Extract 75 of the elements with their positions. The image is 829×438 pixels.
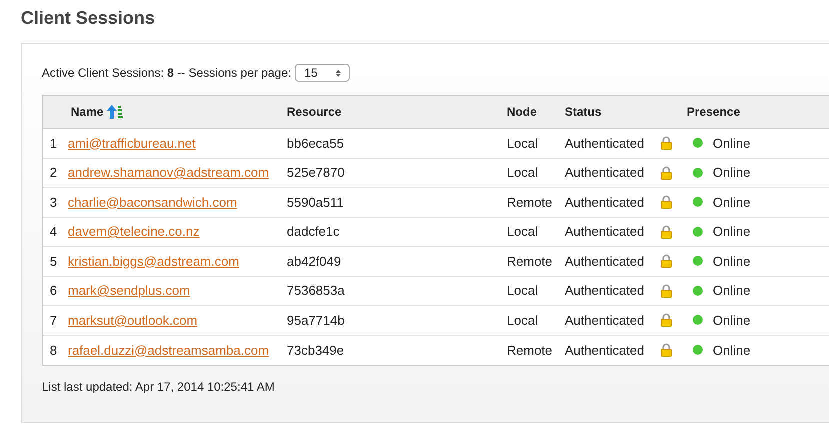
resource-cell-text: bb6eca55 — [287, 134, 346, 152]
node-cell-text: Local — [507, 223, 540, 241]
online-dot-icon — [693, 226, 703, 237]
column-header[interactable]: Name — [71, 103, 104, 121]
resource-cell-text: 7536853a — [287, 282, 346, 300]
session-summary: Active Client Sessions: 8 -- Sessions per page: — [42, 65, 292, 82]
status-cell-text: Authenticated — [565, 342, 646, 360]
resource-cell-text: 525e7870 — [287, 164, 346, 182]
padlock-icon — [661, 313, 672, 328]
padlock-icon — [661, 195, 672, 210]
user-link[interactable]: rafael.duzzi@adstreamsamba.com — [68, 340, 270, 360]
column-header[interactable]: Node — [507, 103, 537, 121]
stepper-icon — [336, 68, 342, 78]
column-header[interactable]: Status — [565, 103, 602, 121]
presence-cell-text: Online — [713, 223, 751, 241]
user-link[interactable]: marksut@outlook.com — [68, 310, 198, 330]
status-cell-text: Authenticated — [565, 134, 646, 152]
online-dot-icon — [693, 138, 703, 148]
status-cell-text: Authenticated — [565, 252, 646, 270]
sort-ascending-icon[interactable] — [106, 105, 123, 119]
node-cell-text: Remote — [507, 252, 554, 270]
presence-cell-text: Online — [713, 282, 751, 300]
node-cell-text: Remote — [507, 194, 554, 212]
online-dot-icon — [693, 345, 703, 356]
user-link[interactable]: davem@telecine.co.nz — [68, 222, 200, 242]
resource-cell-text: dadcfe1c — [287, 223, 341, 241]
page-title: Client Sessions — [21, 7, 156, 30]
row-number: 4 — [49, 223, 58, 241]
padlock-icon — [661, 343, 672, 358]
online-dot-icon — [693, 315, 703, 326]
padlock-icon — [661, 166, 672, 180]
status-cell-text: Authenticated — [565, 282, 646, 300]
row-number: 3 — [49, 194, 58, 212]
resource-cell-text: ab42f049 — [287, 252, 342, 270]
online-dot-icon — [693, 256, 703, 266]
node-cell-text: Local — [507, 312, 540, 330]
row-number: 8 — [49, 342, 58, 360]
resource-cell-text: 95a7714b — [287, 312, 346, 330]
presence-cell-text: Online — [713, 134, 751, 152]
column-header[interactable]: Resource — [287, 103, 342, 121]
presence-cell-text: Online — [713, 342, 751, 360]
padlock-icon — [661, 224, 672, 239]
row-number: 1 — [49, 134, 58, 152]
online-dot-icon — [693, 197, 703, 208]
padlock-icon — [661, 284, 672, 298]
resource-cell-text: 73cb349e — [287, 342, 346, 360]
row-number: 5 — [49, 252, 58, 270]
status-cell-text: Authenticated — [565, 164, 646, 182]
presence-cell-text: Online — [713, 194, 751, 212]
node-cell-text: Local — [507, 134, 540, 152]
online-dot-icon — [693, 168, 703, 178]
user-link[interactable]: mark@sendplus.com — [68, 281, 190, 300]
user-link[interactable]: charlie@baconsandwich.com — [68, 192, 238, 212]
status-cell-text: Authenticated — [565, 223, 646, 241]
user-link[interactable]: ami@trafficbureau.net — [68, 134, 196, 153]
padlock-icon — [661, 136, 672, 150]
node-cell-text: Local — [507, 282, 540, 300]
resource-cell-text: 5590a511 — [287, 194, 345, 212]
user-link[interactable]: andrew.shamanov@adstream.com — [68, 163, 270, 182]
column-header[interactable]: Presence — [687, 103, 740, 121]
row-number: 6 — [49, 282, 58, 300]
status-cell-text: Authenticated — [565, 312, 646, 330]
per-page-select[interactable]: 15 — [295, 64, 350, 82]
node-cell-text: Remote — [507, 342, 554, 360]
presence-cell-text: Online — [713, 312, 751, 330]
row-number: 2 — [49, 164, 58, 182]
user-link[interactable]: kristian.biggs@adstream.com — [68, 252, 240, 271]
presence-cell-text: Online — [713, 252, 751, 270]
padlock-icon — [661, 254, 672, 268]
online-dot-icon — [693, 286, 703, 296]
status-cell-text: Authenticated — [565, 194, 646, 212]
node-cell-text: Local — [507, 164, 540, 182]
row-number: 7 — [49, 312, 58, 330]
presence-cell-text: Online — [713, 164, 751, 182]
last-updated-text: List last updated: Apr 17, 2014 10:25:41 AM — [42, 379, 276, 396]
